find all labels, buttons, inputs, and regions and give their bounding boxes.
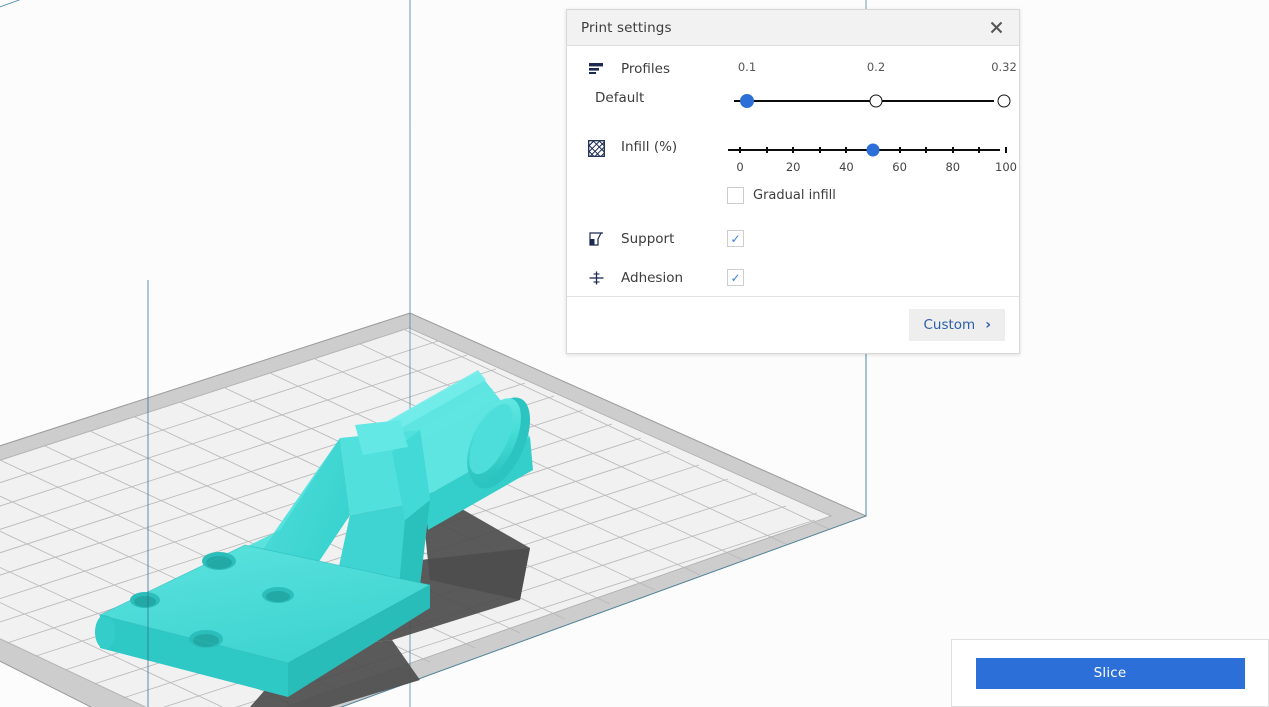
gradual-infill-label: Gradual infill <box>753 188 836 203</box>
profiles-row: Profiles 0.1 0.2 0.32 Default <box>567 60 1019 116</box>
gradual-infill-checkbox[interactable]: ✓ <box>727 187 744 204</box>
infill-tick-labels: 0 20 40 60 80 100 <box>727 160 1017 176</box>
profiles-handle-0[interactable] <box>740 94 754 108</box>
support-checkbox[interactable]: ✓ <box>727 230 744 247</box>
profiles-handle-1[interactable] <box>869 94 883 108</box>
infill-tick-30 <box>818 147 821 153</box>
infill-control: 0 20 40 60 80 100 ✓ Gradual infill <box>727 138 1017 204</box>
infill-tick-label-80: 80 <box>945 160 961 174</box>
profiles-selected-value: Default <box>595 90 645 106</box>
infill-tick-label-0: 0 <box>736 160 744 174</box>
infill-tick-70 <box>925 147 928 153</box>
chevron-right-icon: › <box>985 317 991 333</box>
infill-tick-100 <box>1005 147 1007 153</box>
support-label: Support <box>621 230 675 247</box>
close-icon[interactable] <box>983 15 1009 41</box>
infill-tick-90 <box>978 147 981 153</box>
infill-label: Infill (%) <box>621 139 678 155</box>
profiles-handle-2[interactable] <box>997 94 1011 108</box>
infill-tick-20 <box>792 147 795 153</box>
infill-tick-label-100: 100 <box>995 160 1017 174</box>
layers-icon <box>583 60 609 116</box>
infill-hatch-glyph <box>587 140 605 157</box>
infill-tick-0 <box>739 147 741 153</box>
infill-slider[interactable] <box>727 138 1007 157</box>
custom-settings-button[interactable]: Custom › <box>909 309 1005 341</box>
slice-panel: Slice <box>951 639 1269 707</box>
adhesion-label: Adhesion <box>621 269 684 286</box>
support-row: Support ✓ <box>567 230 1019 247</box>
support-overhang-glyph <box>588 231 603 246</box>
profiles-tick-0: 0.1 <box>737 60 757 74</box>
infill-tick-80 <box>951 147 954 153</box>
infill-tick-label-40: 40 <box>839 160 854 174</box>
infill-tick-60 <box>898 147 901 153</box>
profiles-track <box>734 100 994 102</box>
profiles-label: Profiles <box>621 61 671 77</box>
infill-tick-label-60: 60 <box>892 160 907 174</box>
infill-row: Infill (%) 0 20 40 60 80 100 ✓ Gradual infill <box>567 138 1019 204</box>
infill-tick-40 <box>845 147 848 153</box>
adhesion-control: ✓ <box>727 269 1001 286</box>
dialog-body: Profiles 0.1 0.2 0.32 Default Infill (%)… <box>567 46 1019 296</box>
infill-handle[interactable] <box>866 143 880 157</box>
close-glyph <box>990 21 1002 34</box>
adhesion-brim-glyph <box>589 271 603 284</box>
infill-tick-10 <box>765 147 768 153</box>
infill-tick-label-20: 20 <box>785 160 801 174</box>
adhesion-brim-icon <box>583 270 609 286</box>
infill-hatch-icon <box>583 138 609 204</box>
profiles-tick-2: 0.32 <box>991 60 1017 74</box>
support-overhang-icon <box>583 231 609 247</box>
dialog-title: Print settings <box>581 19 672 36</box>
slice-button[interactable]: Slice <box>975 657 1245 689</box>
adhesion-checkbox[interactable]: ✓ <box>727 269 744 286</box>
adhesion-row: Adhesion ✓ <box>567 269 1019 286</box>
custom-button-label: Custom <box>923 317 976 333</box>
dialog-header: Print settings <box>567 10 1019 46</box>
profiles-slider[interactable] <box>727 86 1011 116</box>
support-control: ✓ <box>727 230 1001 247</box>
layers-glyph <box>589 63 603 74</box>
profiles-tick-labels: 0.1 0.2 0.32 <box>727 60 1017 77</box>
infill-track <box>728 149 1000 151</box>
dialog-footer: Custom › <box>567 296 1019 353</box>
profiles-control: 0.1 0.2 0.32 <box>727 60 1017 116</box>
adhesion-check-glyph: ✓ <box>730 270 741 285</box>
print-settings-dialog: Print settings Profiles 0.1 0.2 0.32 Def… <box>566 9 1020 354</box>
gradual-infill-row: ✓ Gradual infill <box>727 187 1001 204</box>
profiles-tick-1: 0.2 <box>866 60 886 74</box>
support-check-glyph: ✓ <box>730 231 741 246</box>
